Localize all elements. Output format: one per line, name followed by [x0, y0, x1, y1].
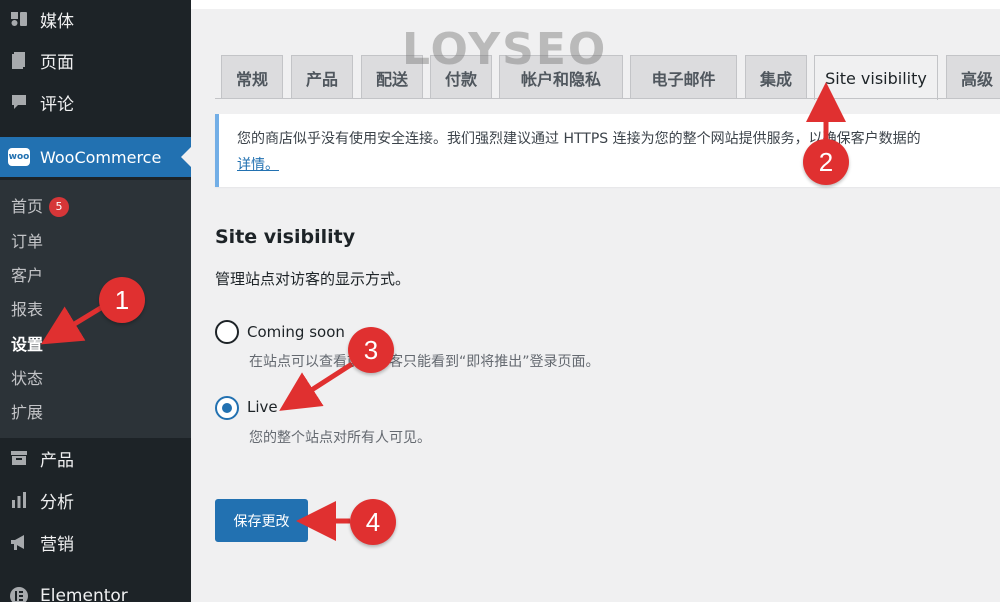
submenu-item-customers[interactable]: 客户 — [11, 262, 43, 286]
sidebar-item-label: 营销 — [40, 534, 74, 555]
elementor-icon — [8, 585, 30, 602]
sidebar-item-marketing[interactable]: 营销 — [0, 522, 191, 562]
sidebar-item-media[interactable]: 媒体 — [0, 0, 191, 38]
tab-advanced[interactable]: 高级 — [946, 55, 1000, 99]
watermark: LOYSEO — [402, 24, 608, 75]
tab-general[interactable]: 常规 — [221, 55, 283, 99]
sidebar-item-label: 评论 — [40, 94, 74, 115]
sidebar-item-woocommerce[interactable]: woo WooCommerce — [0, 137, 191, 177]
tab-integration[interactable]: 集成 — [745, 55, 807, 99]
annotation-badge-4: 4 — [350, 499, 396, 545]
sidebar-item-label: 产品 — [40, 450, 74, 471]
sidebar-item-label: WooCommerce — [40, 147, 162, 167]
submenu-item-settings[interactable]: 设置 — [11, 331, 43, 355]
woocommerce-submenu: 首页 5 订单 客户 报表 设置 状态 扩展 — [0, 180, 191, 438]
sidebar-item-pages[interactable]: 页面 — [0, 40, 191, 80]
sidebar-item-label: 分析 — [40, 492, 74, 513]
megaphone-icon — [8, 531, 30, 553]
sidebar-item-products[interactable]: 产品 — [0, 438, 191, 478]
comment-icon — [8, 91, 30, 113]
sidebar-item-elementor[interactable]: Elementor — [0, 576, 191, 602]
update-count-badge: 5 — [49, 197, 70, 217]
current-menu-arrow — [181, 147, 191, 167]
live-radio[interactable] — [215, 396, 239, 420]
sidebar-item-analytics[interactable]: 分析 — [0, 480, 191, 520]
sidebar-item-label: Elementor — [40, 586, 128, 602]
coming-soon-description: 在站点可以查看前，访客只能看到“即将推出”登录页面。 — [249, 354, 600, 370]
notice-details-link[interactable]: 详情。 — [237, 154, 279, 174]
tab-emails[interactable]: 电子邮件 — [630, 55, 737, 99]
media-icon — [8, 8, 30, 30]
bar-chart-icon — [8, 489, 30, 511]
settings-main: 常规 产品 配送 付款 帐户和隐私 电子邮件 集成 Site visibilit… — [191, 0, 1000, 602]
submenu-item-reports[interactable]: 报表 — [11, 296, 43, 320]
coming-soon-label[interactable]: Coming soon — [247, 323, 345, 341]
top-strip — [191, 0, 1000, 9]
tab-site-visibility[interactable]: Site visibility — [814, 55, 938, 100]
tab-products[interactable]: 产品 — [291, 55, 353, 99]
section-description: 管理站点对访客的显示方式。 — [215, 270, 411, 288]
submenu-item-status[interactable]: 状态 — [11, 365, 43, 389]
sidebar-item-label: 媒体 — [40, 11, 74, 32]
live-label[interactable]: Live — [247, 398, 278, 416]
submenu-item-home[interactable]: 首页 5 — [11, 193, 70, 217]
page-icon — [8, 49, 30, 71]
section-title: Site visibility — [215, 226, 356, 248]
submenu-item-orders[interactable]: 订单 — [11, 228, 43, 252]
save-changes-button[interactable]: 保存更改 — [215, 499, 308, 542]
submenu-item-extensions[interactable]: 扩展 — [11, 399, 43, 423]
admin-sidebar: 媒体 页面 评论 woo WooCommerce 首页 5 订单 客户 报表 设置… — [0, 0, 191, 602]
annotation-badge-1: 1 — [99, 277, 145, 323]
https-notice: 您的商店似乎没有使用安全连接。我们强烈建议通过 HTTPS 连接为您的整个网站提… — [215, 114, 1000, 187]
tab-underline — [215, 98, 1000, 99]
annotation-badge-3: 3 — [348, 327, 394, 373]
live-description: 您的整个站点对所有人可见。 — [249, 430, 431, 446]
sidebar-item-comments[interactable]: 评论 — [0, 82, 191, 122]
archive-icon — [8, 447, 30, 469]
sidebar-item-label: 页面 — [40, 52, 74, 73]
coming-soon-radio[interactable] — [215, 320, 239, 344]
woocommerce-logo-icon: woo — [8, 146, 30, 168]
annotation-badge-2: 2 — [803, 139, 849, 185]
